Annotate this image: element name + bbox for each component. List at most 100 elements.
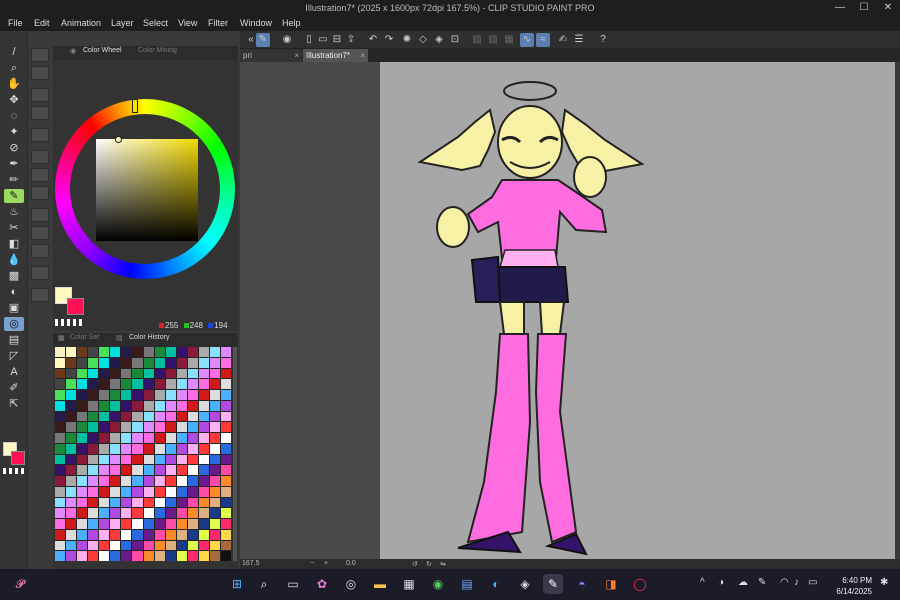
color-swatch[interactable] — [110, 529, 121, 540]
color-swatch[interactable] — [165, 497, 176, 508]
color-swatch[interactable] — [77, 476, 88, 486]
color-swatch[interactable] — [55, 400, 66, 411]
color-swatch[interactable] — [209, 551, 220, 561]
color-swatch[interactable] — [88, 433, 99, 443]
color-swatch[interactable] — [143, 357, 154, 368]
color-swatch[interactable] — [55, 529, 66, 540]
ruler-triangle-icon[interactable]: ◸ — [4, 349, 24, 363]
menu-animation[interactable]: Animation — [61, 18, 101, 28]
sub-color-swatch[interactable] — [11, 451, 25, 465]
fill-icon[interactable]: ▩ — [4, 269, 24, 283]
color-swatch[interactable] — [88, 465, 99, 475]
color-swatch[interactable] — [121, 497, 132, 508]
color-swatch[interactable] — [99, 390, 110, 400]
color-swatch[interactable] — [176, 497, 187, 508]
navigator-icon[interactable]: ◉ — [280, 33, 294, 47]
color-swatch[interactable] — [198, 422, 209, 432]
color-swatch[interactable] — [99, 411, 110, 422]
color-swatch[interactable] — [220, 476, 231, 486]
color-swatch[interactable] — [220, 347, 231, 357]
color-swatch[interactable] — [132, 497, 143, 508]
color-swatch[interactable] — [99, 476, 110, 486]
color-swatch[interactable] — [66, 508, 77, 518]
color-swatch[interactable] — [132, 508, 143, 518]
clip-studio-paint-icon[interactable]: ✎ — [543, 574, 563, 594]
color-swatch[interactable] — [121, 508, 132, 518]
color-swatch[interactable] — [143, 411, 154, 422]
color-swatch[interactable] — [88, 411, 99, 422]
canvas-scrollbar[interactable] — [895, 62, 900, 559]
color-swatch[interactable] — [121, 454, 132, 465]
color-swatch[interactable] — [55, 390, 66, 400]
color-swatch[interactable] — [220, 519, 231, 529]
color-swatch[interactable] — [187, 411, 198, 422]
snap-ruler-icon[interactable]: ▧ — [486, 33, 500, 47]
color-swatch[interactable] — [77, 368, 88, 379]
color-swatch[interactable] — [77, 443, 88, 454]
airbrush-icon[interactable]: ♨ — [4, 205, 24, 219]
color-swatch[interactable] — [154, 357, 165, 368]
color-swatch[interactable] — [209, 443, 220, 454]
color-swatch[interactable] — [143, 400, 154, 411]
color-swatch[interactable] — [165, 519, 176, 529]
color-swatch[interactable] — [176, 519, 187, 529]
color-swatch[interactable] — [198, 443, 209, 454]
color-swatch[interactable] — [220, 529, 231, 540]
color-swatch[interactable] — [187, 454, 198, 465]
color-swatch[interactable] — [209, 519, 220, 529]
color-swatch[interactable] — [88, 476, 99, 486]
stroke-correction-icon[interactable]: ≈ — [536, 33, 550, 47]
color-swatch[interactable] — [132, 411, 143, 422]
color-swatch[interactable] — [55, 454, 66, 465]
color-swatch[interactable] — [55, 357, 66, 368]
color-swatch[interactable] — [121, 347, 132, 357]
color-swatch[interactable] — [77, 519, 88, 529]
color-swatch[interactable] — [66, 529, 77, 540]
color-swatch[interactable] — [110, 465, 121, 475]
color-swatch[interactable] — [121, 529, 132, 540]
color-swatch[interactable] — [121, 400, 132, 411]
color-swatch[interactable] — [66, 433, 77, 443]
color-swatch[interactable] — [77, 422, 88, 432]
color-swatch[interactable] — [209, 508, 220, 518]
color-swatch[interactable] — [143, 390, 154, 400]
color-swatch[interactable] — [165, 508, 176, 518]
sub-tool-icon[interactable] — [31, 48, 49, 62]
rotate-left-icon[interactable]: ↺ — [412, 560, 418, 568]
color-swatch[interactable] — [121, 519, 132, 529]
sv-cursor[interactable] — [115, 136, 122, 143]
color-swatch[interactable] — [143, 540, 154, 551]
color-swatch[interactable] — [165, 400, 176, 411]
color-swatch[interactable] — [187, 379, 198, 389]
color-swatch[interactable] — [66, 551, 77, 561]
color-swatch[interactable] — [176, 476, 187, 486]
color-swatch[interactable] — [55, 347, 66, 357]
color-swatch[interactable] — [55, 422, 66, 432]
color-swatch[interactable] — [110, 390, 121, 400]
text-icon[interactable]: A — [4, 365, 24, 379]
color-swatch[interactable] — [154, 551, 165, 561]
color-swatch[interactable] — [121, 551, 132, 561]
color-swatch[interactable] — [198, 540, 209, 551]
color-swatch[interactable] — [99, 486, 110, 497]
clip-studio-launcher-icon[interactable]: ◈ — [515, 574, 535, 594]
color-swatch[interactable] — [77, 379, 88, 389]
hue-marker[interactable] — [132, 99, 138, 113]
color-swatch[interactable] — [187, 422, 198, 432]
color-swatch[interactable] — [220, 540, 231, 551]
color-swatch[interactable] — [198, 465, 209, 475]
menu-select[interactable]: Select — [143, 18, 168, 28]
color-swatch[interactable] — [154, 443, 165, 454]
color-swatch[interactable] — [176, 465, 187, 475]
sub-tool-icon[interactable] — [31, 168, 49, 182]
color-swatch[interactable] — [143, 519, 154, 529]
color-swatch[interactable] — [66, 443, 77, 454]
color-swatch[interactable] — [99, 454, 110, 465]
transform-icon[interactable]: ◇ — [416, 33, 430, 47]
opera-icon[interactable]: ◯ — [630, 574, 650, 594]
redo-icon[interactable]: ↷ — [382, 33, 396, 47]
saturation-value-square[interactable] — [96, 139, 198, 241]
snap-grid-icon[interactable]: ▦ — [502, 33, 516, 47]
color-swatch[interactable] — [187, 443, 198, 454]
color-swatch[interactable] — [110, 422, 121, 432]
